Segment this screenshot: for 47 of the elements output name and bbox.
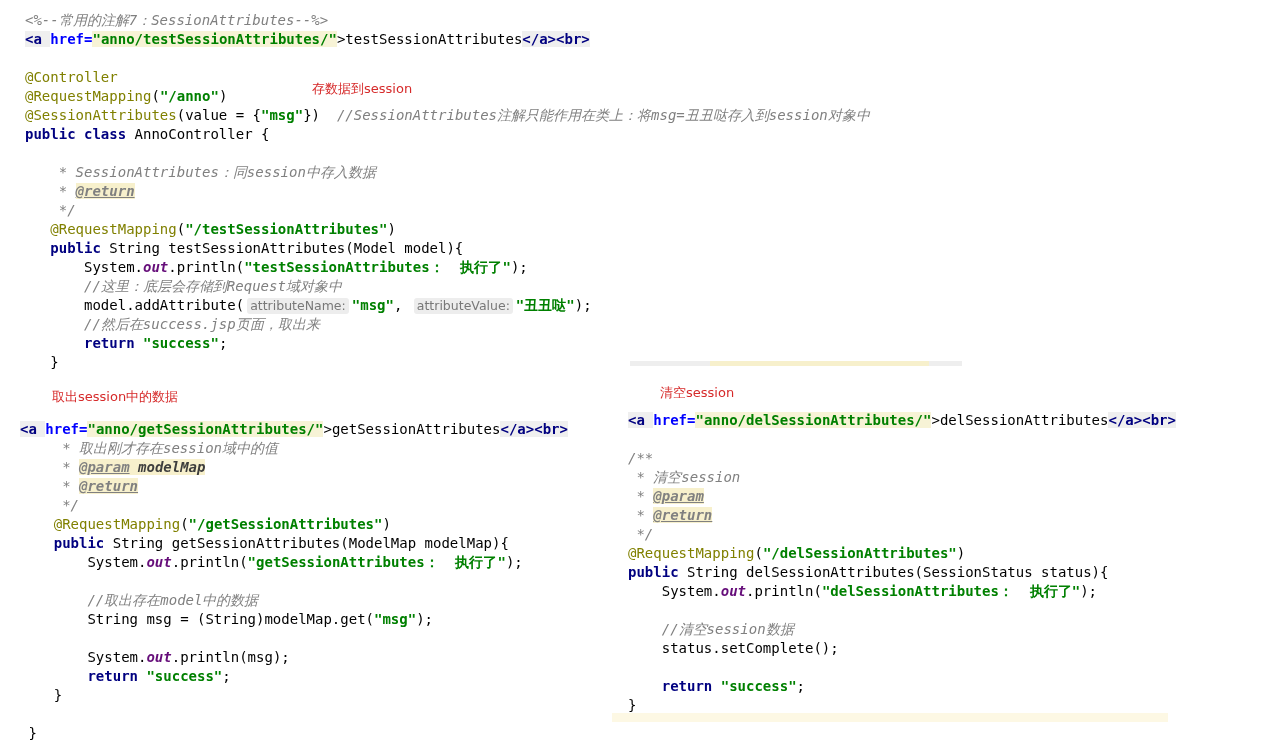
code-line: } [27,724,37,743]
code-line: public String delSessionAttributes(SessionStatus status){ [628,563,1109,582]
code-line: * 清空session [635,468,741,487]
code-line: */ [61,496,79,515]
code-line: public class AnnoController { [25,125,270,144]
code-line: //然后在success.jsp页面，取出来 [83,315,320,334]
code-line: System.out.println("delSessionAttributes： 执行了"); [660,582,1098,601]
code-line: @RequestMapping("/testSessionAttributes") [49,220,396,239]
code-line: /** [628,449,654,468]
code-line: * @return [635,506,713,525]
code-line: * @return [57,182,135,201]
code-line: status.setComplete(); [660,639,839,658]
code-line: } [49,353,59,372]
code-line: //取出存在model中的数据 [86,591,259,610]
code-line: public String testSessionAttributes(Model model){ [49,239,464,258]
code-line: //这里：底层会存储到Request域对象中 [83,277,342,296]
code-line: String msg = (String)modelMap.get("msg"); [86,610,434,629]
code-line: } [52,686,63,705]
code-line: return "success"; [86,667,231,686]
code-line: * @param modelMap [61,458,206,477]
code-line: return "success"; [83,334,228,353]
code-line: <%--常用的注解7：SessionAttributes--%> [25,11,329,30]
annotation-note: 存数据到session [312,80,413,98]
code-line: @RequestMapping("/delSessionAttributes") [628,544,966,563]
code-line: <a href="anno/testSessionAttributes/">testSessionAttributes</a><br> [25,30,590,49]
code-line: model.addAttribute( attributeName: "msg", attributeValue: "丑丑哒"); [83,296,592,315]
code-line: } [628,696,637,715]
annotation-note: 取出session中的数据 [52,388,179,406]
code-line: <a href="anno/delSessionAttributes/">delSessionAttributes</a><br> [628,411,1176,430]
code-line: * SessionAttributes：同session中存入数据 [57,163,376,182]
code-line: * @param [635,487,704,506]
code-line: System.out.println("getSessionAttributes： 执行了"); [86,553,523,572]
annotation-note: 清空session [660,384,735,402]
code-line: public String getSessionAttributes(ModelMap modelMap){ [52,534,509,553]
code-line: @RequestMapping("/anno") [25,87,228,106]
code-line: @Controller [25,68,118,87]
code-line: //清空session数据 [660,620,794,639]
code-line: * 取出刚才存在session域中的值 [61,439,278,458]
code-line: @RequestMapping("/getSessionAttributes") [52,515,391,534]
code-line: return "success"; [660,677,805,696]
code-line: System.out.println("testSessionAttributes： 执行了"); [83,258,528,277]
code-line: System.out.println(msg); [86,648,290,667]
code-line: */ [635,525,654,544]
code-line: @SessionAttributes(value = {"msg"}) //SessionAttributes注解只能作用在类上：将msg=丑丑哒存入到session对象中 [25,106,870,125]
code-line: <a href="anno/getSessionAttributes/">getSessionAttributes</a><br> [20,420,568,439]
code-line: * @return [61,477,139,496]
code-line: */ [57,201,76,220]
